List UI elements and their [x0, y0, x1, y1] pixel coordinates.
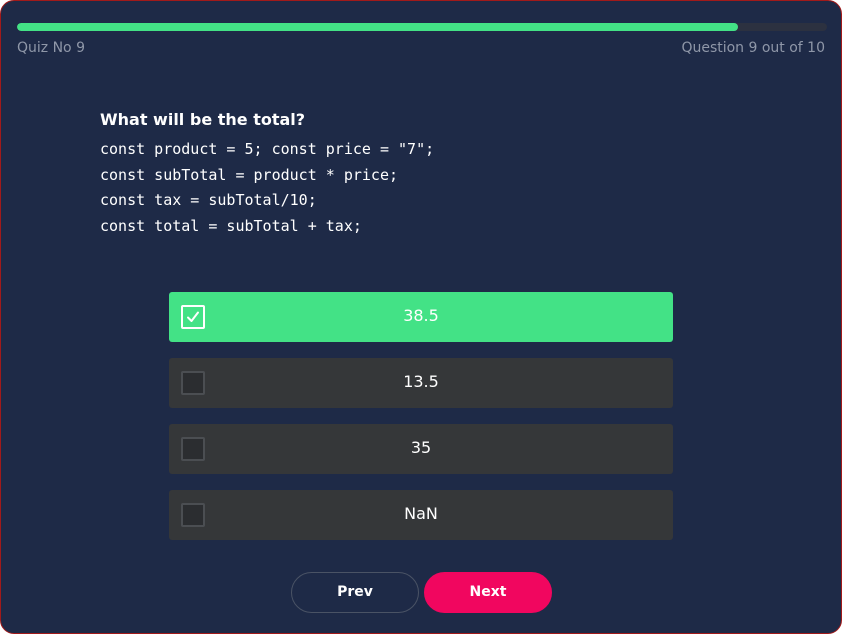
- answer-label: 38.5: [403, 306, 439, 325]
- prev-button[interactable]: Prev: [291, 572, 419, 613]
- answer-options: 38.5 13.5 35 NaN: [169, 292, 673, 556]
- answer-option[interactable]: 38.5: [169, 292, 673, 342]
- answer-option[interactable]: 35: [169, 424, 673, 474]
- answer-label: NaN: [404, 504, 438, 523]
- answer-option[interactable]: 13.5: [169, 358, 673, 408]
- quiz-window: Quiz No 9 Question 9 out of 10 What will…: [0, 0, 842, 634]
- answer-option[interactable]: NaN: [169, 490, 673, 540]
- next-button[interactable]: Next: [424, 572, 552, 613]
- question-title: What will be the total?: [100, 110, 306, 129]
- progress-fill: [17, 23, 738, 31]
- answer-label: 35: [410, 438, 432, 457]
- question-counter: Question 9 out of 10: [681, 40, 825, 56]
- code-line: const product = 5; const price = "7";: [100, 140, 435, 158]
- answer-label: 13.5: [403, 372, 439, 391]
- progress-bar: [17, 23, 827, 31]
- quiz-label: Quiz No 9: [17, 40, 85, 56]
- question-block: What will be the total? const product = …: [100, 109, 434, 239]
- code-line: const tax = subTotal/10;: [100, 191, 317, 209]
- code-line: const total = subTotal + tax;: [100, 216, 362, 235]
- code-line: const subTotal = product * price;: [100, 165, 399, 184]
